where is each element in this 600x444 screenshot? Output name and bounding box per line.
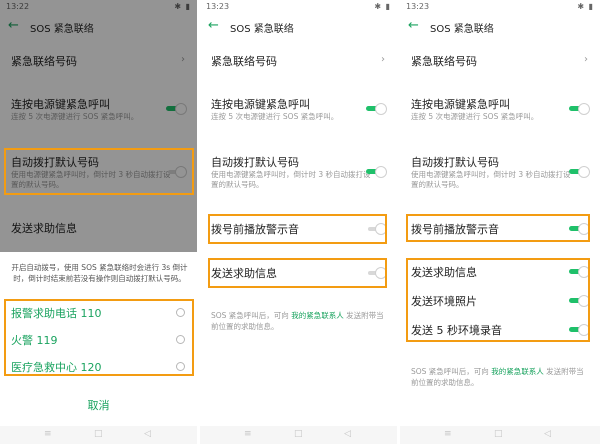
chevron-right-icon: › xyxy=(584,54,588,65)
menu-icon[interactable]: ≡ xyxy=(244,429,252,439)
home-icon[interactable]: □ xyxy=(294,429,303,439)
title-bar: ← SOS 紧急联络 xyxy=(400,14,600,40)
highlight-frame xyxy=(4,148,194,195)
power-button-call-desc: 连按 5 次电源键进行 SOS 紧急呼叫。 xyxy=(411,112,539,121)
auto-dial-row: 自动拨打默认号码 使用电源键紧急呼叫时，倒计时 3 秒自动拨打设置的默认号码。 xyxy=(400,150,600,194)
status-bar: 13:23 ✱ ▮ xyxy=(200,0,397,14)
auto-dial-toggle[interactable] xyxy=(365,166,387,178)
power-button-call-row: 连按电源键紧急呼叫 连按 5 次电源键进行 SOS 紧急呼叫。 xyxy=(200,92,397,128)
footer-text-1: SOS 紧急呼叫后，可向 xyxy=(411,367,492,376)
dialog-description: 开启自动拨号，使用 SOS 紧急联络时会进行 3s 倒计时，倒计时结束前若没有操… xyxy=(11,263,188,283)
status-icons: ✱ ▮ xyxy=(374,2,391,11)
highlight-frame xyxy=(208,214,387,244)
chevron-right-icon: › xyxy=(381,54,385,65)
contact-number-row[interactable]: 紧急联络号码 › xyxy=(400,48,600,74)
page-title: SOS 紧急联络 xyxy=(230,24,294,35)
emergency-contacts-link[interactable]: 我的紧急联系人 xyxy=(291,311,344,320)
status-time: 13:23 xyxy=(406,2,430,11)
highlight-frame xyxy=(406,214,590,242)
title-bar: ← SOS 紧急联络 xyxy=(200,14,397,40)
auto-dial-label: 自动拨打默认号码 xyxy=(211,156,299,169)
cancel-button[interactable]: 取消 xyxy=(0,397,197,413)
nav-bar: ≡ □ ◁ xyxy=(0,426,197,444)
menu-icon[interactable]: ≡ xyxy=(444,429,452,439)
power-button-call-label: 连按电源键紧急呼叫 xyxy=(211,98,310,111)
nav-bar: ≡ □ ◁ xyxy=(200,426,397,444)
back-icon[interactable]: ◁ xyxy=(144,429,151,439)
menu-icon[interactable]: ≡ xyxy=(44,429,52,439)
highlight-frame xyxy=(4,299,194,376)
dialog-scrim[interactable] xyxy=(0,0,197,252)
power-button-call-label: 连按电源键紧急呼叫 xyxy=(411,98,510,111)
help-footer: SOS 紧急呼叫后，可向 我的紧急联系人 发送附带当前位置的求助信息。 xyxy=(411,366,590,388)
back-arrow-icon[interactable]: ← xyxy=(208,18,219,34)
footer-text-1: SOS 紧急呼叫后，可向 xyxy=(211,311,292,320)
emergency-contacts-link[interactable]: 我的紧急联系人 xyxy=(491,367,544,376)
status-icons: ✱ ▮ xyxy=(577,2,594,11)
contact-number-label: 紧急联络号码 xyxy=(211,55,277,68)
home-icon[interactable]: □ xyxy=(494,429,503,439)
back-arrow-icon[interactable]: ← xyxy=(408,18,419,34)
power-button-call-desc: 连按 5 次电源键进行 SOS 紧急呼叫。 xyxy=(211,112,339,121)
status-time: 13:23 xyxy=(206,2,230,11)
help-footer: SOS 紧急呼叫后，可向 我的紧急联系人 发送附带当前位置的求助信息。 xyxy=(211,310,387,332)
highlight-frame xyxy=(208,258,387,288)
back-icon[interactable]: ◁ xyxy=(544,429,551,439)
power-button-call-toggle[interactable] xyxy=(365,103,387,115)
screen-2: 13:23 ✱ ▮ ← SOS 紧急联络 紧急联络号码 › 连按电源键紧急呼叫 … xyxy=(200,0,397,444)
highlight-frame xyxy=(406,258,590,342)
auto-dial-row: 自动拨打默认号码 使用电源键紧急呼叫时，倒计时 3 秒自动拨打设置的默认号码。 xyxy=(200,150,397,194)
auto-dial-label: 自动拨打默认号码 xyxy=(411,156,499,169)
contact-number-label: 紧急联络号码 xyxy=(411,55,477,68)
auto-dial-desc: 使用电源键紧急呼叫时，倒计时 3 秒自动拨打设置的默认号码。 xyxy=(211,170,371,189)
screen-1: 13:22 ✱ ▮ ← SOS 紧急联络 紧急联络号码 › 连按电源键紧急呼叫 … xyxy=(0,0,197,444)
home-icon[interactable]: □ xyxy=(94,429,103,439)
power-button-call-row: 连按电源键紧急呼叫 连按 5 次电源键进行 SOS 紧急呼叫。 xyxy=(400,92,600,128)
back-icon[interactable]: ◁ xyxy=(344,429,351,439)
contact-number-row[interactable]: 紧急联络号码 › xyxy=(200,48,397,74)
page-title: SOS 紧急联络 xyxy=(430,24,494,35)
screen-3: 13:23 ✱ ▮ ← SOS 紧急联络 紧急联络号码 › 连按电源键紧急呼叫 … xyxy=(400,0,600,444)
auto-dial-toggle[interactable] xyxy=(568,166,590,178)
power-button-call-toggle[interactable] xyxy=(568,103,590,115)
auto-dial-desc: 使用电源键紧急呼叫时，倒计时 3 秒自动拨打设置的默认号码。 xyxy=(411,170,571,189)
status-bar: 13:23 ✱ ▮ xyxy=(400,0,600,14)
nav-bar: ≡ □ ◁ xyxy=(400,426,600,444)
